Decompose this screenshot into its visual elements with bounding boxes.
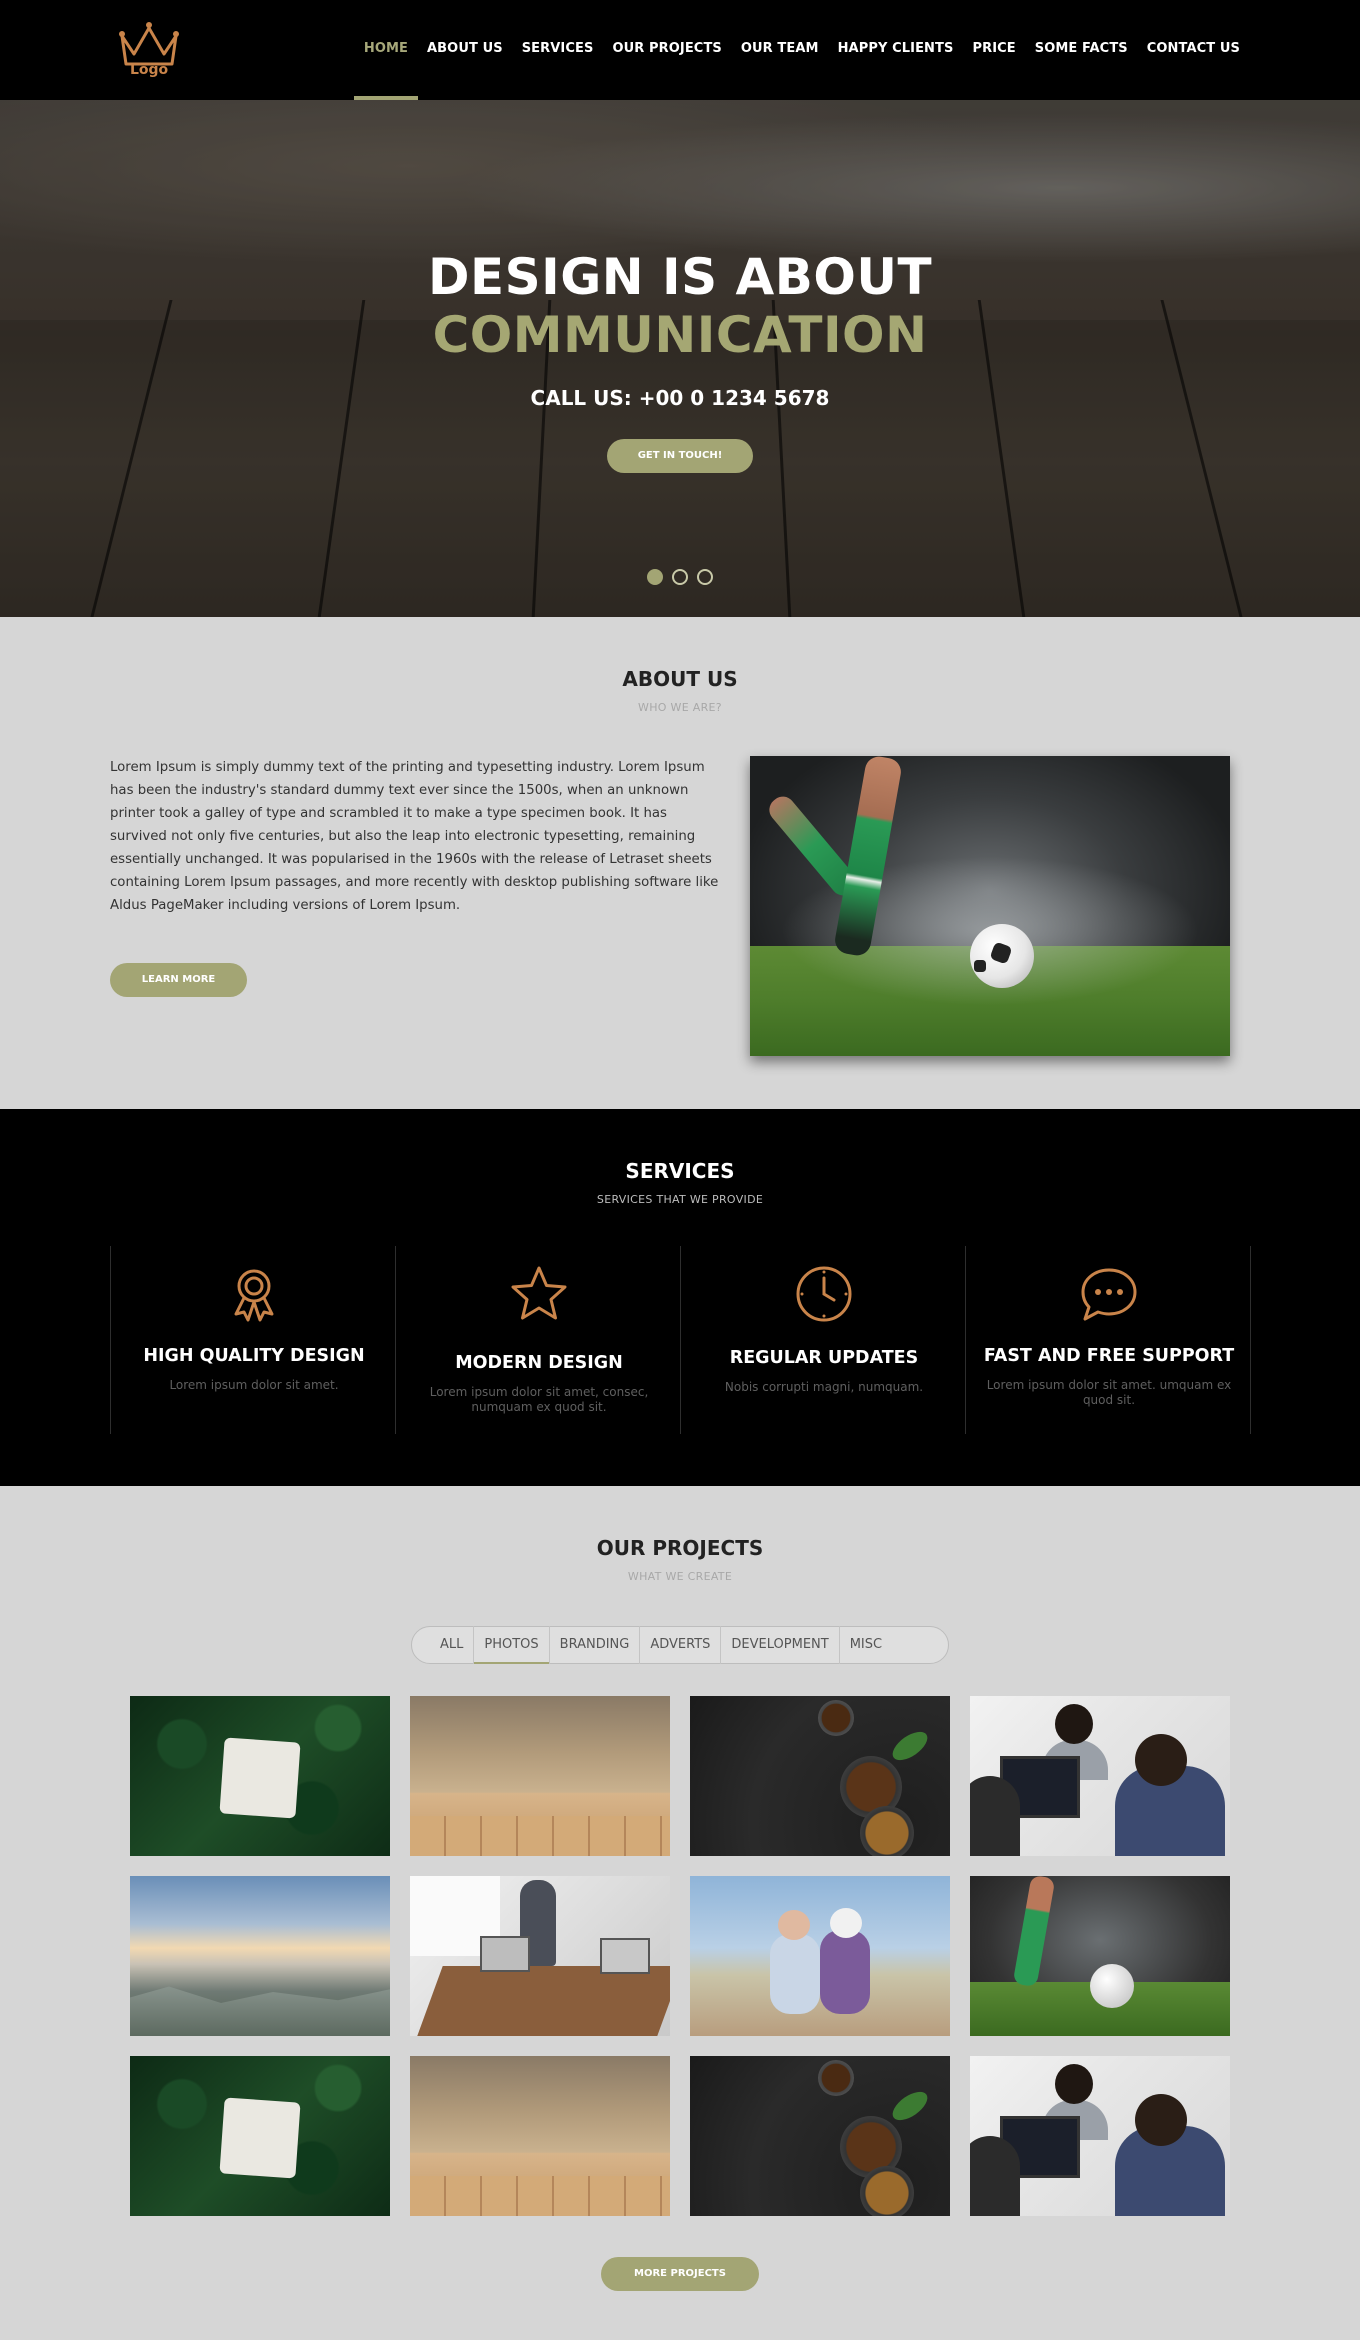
project-tile-developers[interactable] (970, 2056, 1230, 2216)
about-image-soccer (750, 756, 1230, 1056)
award-icon (234, 1269, 274, 1322)
chat-icon (1081, 1268, 1137, 1321)
hero-slider: DESIGN IS ABOUT COMMUNICATION CALL US: +… (0, 100, 1360, 617)
slider-dots (647, 569, 713, 585)
hero-phone: CALL US: +00 0 1234 5678 (530, 386, 830, 410)
service-card-high-quality: HIGH QUALITY DESIGN Lorem ipsum dolor si… (110, 1246, 396, 1434)
wood-boards (410, 2176, 670, 2216)
filter-adverts[interactable]: ADVERTS (640, 1626, 722, 1664)
logo-text[interactable]: Logo (130, 62, 168, 78)
hero-title-line2: COMMUNICATION (432, 306, 928, 364)
person (970, 1776, 1020, 1856)
person (770, 1934, 820, 2014)
project-tile-meeting[interactable] (410, 1876, 670, 2036)
services-title: SERVICES (625, 1159, 735, 1183)
nav-item-happy-clients[interactable]: HAPPY CLIENTS (838, 0, 954, 100)
project-tile-coffee[interactable] (690, 2056, 950, 2216)
person-head (830, 1908, 862, 1938)
paper-card (219, 1737, 301, 1819)
nav-item-contact-us[interactable]: CONTACT US (1147, 0, 1240, 100)
leaf (887, 1726, 933, 1766)
service-desc: Lorem ipsum dolor sit amet. umquam ex qu… (986, 1378, 1232, 1407)
leaf (887, 2086, 933, 2126)
person-head (1055, 2064, 1093, 2104)
person-head (1135, 1734, 1187, 1786)
top-navbar: Logo HOME ABOUT US SERVICES OUR PROJECTS… (0, 0, 1360, 100)
clock-icon (796, 1266, 852, 1322)
service-title: FAST AND FREE SUPPORT (983, 1346, 1235, 1366)
service-card-modern-design: MODERN DESIGN Lorem ipsum dolor sit amet… (395, 1246, 681, 1434)
filter-all[interactable]: ALL (430, 1626, 475, 1664)
bowl (860, 2166, 914, 2216)
nav-item-price[interactable]: PRICE (972, 0, 1015, 100)
service-desc: Lorem ipsum dolor sit amet, consec, numq… (429, 1385, 649, 1414)
filter-branding[interactable]: BRANDING (550, 1626, 641, 1664)
slider-dot-1[interactable] (647, 569, 663, 585)
filter-development[interactable]: DEVELOPMENT (721, 1626, 840, 1664)
bowl (860, 1806, 914, 1856)
hero-title-line1: DESIGN IS ABOUT (427, 248, 933, 306)
rocks (130, 1986, 390, 2036)
nav-item-services[interactable]: SERVICES (522, 0, 594, 100)
project-filter-bar: ALL PHOTOS BRANDING ADVERTS DEVELOPMENT … (411, 1626, 949, 1664)
services-section: SERVICES SERVICES THAT WE PROVIDE HIGH Q… (0, 1109, 1360, 1486)
service-desc: Lorem ipsum dolor sit amet. (169, 1378, 339, 1392)
nav-item-home[interactable]: HOME (353, 0, 419, 100)
project-tile-leaves[interactable] (130, 2056, 390, 2216)
table (417, 1966, 670, 2036)
service-title: MODERN DESIGN (455, 1353, 623, 1373)
service-card-support: FAST AND FREE SUPPORT Lorem ipsum dolor … (965, 1246, 1251, 1434)
about-paragraph: Lorem Ipsum is simply dummy text of the … (110, 760, 719, 913)
soccer-ball (970, 924, 1034, 988)
projects-subtitle: WHAT WE CREATE (627, 1570, 733, 1583)
project-tile-developers[interactable] (970, 1696, 1230, 1856)
laptop (600, 1938, 650, 1974)
wood-boards (410, 1816, 670, 1856)
person (820, 1930, 870, 2014)
person-head (778, 1910, 810, 1940)
bowl (818, 1700, 854, 1736)
get-in-touch-button[interactable]: GET IN TOUCH! (607, 439, 753, 473)
project-tile-coffee[interactable] (690, 1696, 950, 1856)
project-tile-leaves[interactable] (130, 1696, 390, 1856)
filter-photos[interactable]: PHOTOS (474, 1626, 550, 1664)
project-tile-cafe[interactable] (410, 2056, 670, 2216)
project-tile-cafe[interactable] (410, 1696, 670, 1856)
slider-dot-3[interactable] (697, 569, 713, 585)
more-projects-button[interactable]: MORE PROJECTS (601, 2257, 759, 2291)
service-card-regular-updates: REGULAR UPDATES Nobis corrupti magni, nu… (680, 1246, 966, 1434)
main-menu: HOME ABOUT US SERVICES OUR PROJECTS OUR … (353, 0, 1240, 100)
learn-more-button[interactable]: LEARN MORE (110, 963, 247, 997)
service-title: REGULAR UPDATES (729, 1348, 919, 1368)
services-subtitle: SERVICES THAT WE PROVIDE (596, 1193, 764, 1206)
laptop (480, 1936, 530, 1972)
service-desc: Nobis corrupti magni, numquam. (724, 1380, 924, 1394)
projects-section: OUR PROJECTS WHAT WE CREATE ALL PHOTOS B… (0, 1486, 1360, 2340)
slider-dot-2[interactable] (672, 569, 688, 585)
person-head (1135, 2094, 1187, 2146)
service-title: HIGH QUALITY DESIGN (143, 1346, 365, 1366)
about-title: ABOUT US (622, 667, 738, 691)
about-section: ABOUT US WHO WE ARE? Lorem Ipsum is simp… (0, 617, 1360, 1109)
project-tile-soccer[interactable] (970, 1876, 1230, 2036)
person (970, 2136, 1020, 2216)
project-tile-seniors[interactable] (690, 1876, 950, 2036)
filter-misc[interactable]: MISC (840, 1626, 892, 1664)
nav-item-our-projects[interactable]: OUR PROJECTS (612, 0, 721, 100)
person-head (1055, 1704, 1093, 1744)
player-leg (1012, 1876, 1056, 1988)
star-icon (511, 1266, 567, 1320)
about-subtitle: WHO WE ARE? (638, 701, 722, 714)
projects-title: OUR PROJECTS (596, 1536, 764, 1560)
soccer-ball (1090, 1964, 1134, 2008)
nav-item-some-facts[interactable]: SOME FACTS (1035, 0, 1128, 100)
nav-item-about-us[interactable]: ABOUT US (427, 0, 503, 100)
bowl (818, 2060, 854, 2096)
nav-item-our-team[interactable]: OUR TEAM (741, 0, 819, 100)
paper-card (219, 2097, 301, 2179)
project-tile-mountain[interactable] (130, 1876, 390, 2036)
